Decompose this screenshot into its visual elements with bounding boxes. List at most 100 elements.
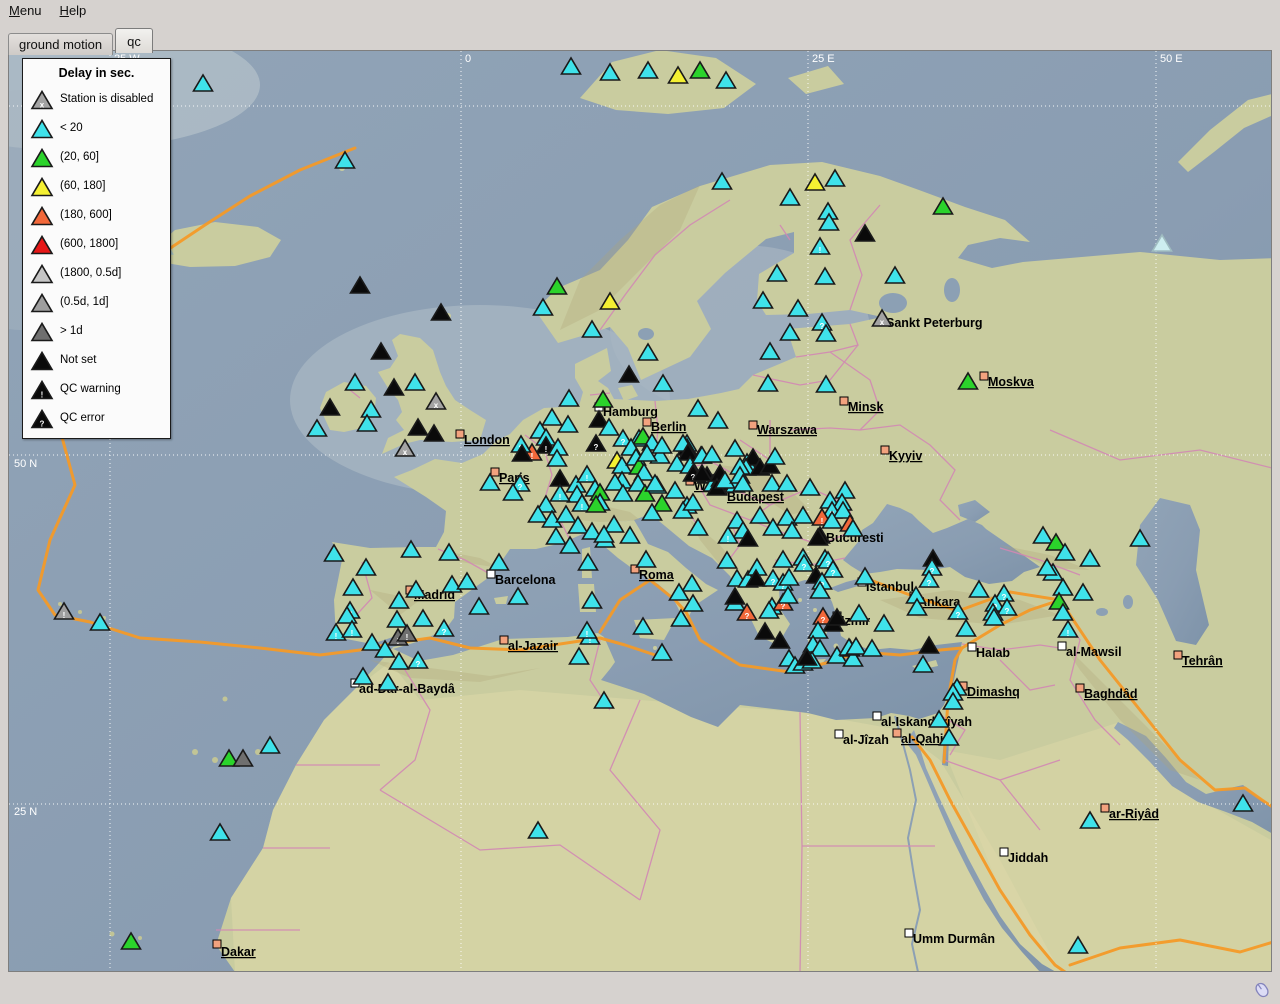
svg-text:?: ?: [831, 569, 836, 578]
svg-text:?: ?: [956, 611, 961, 620]
svg-text:?: ?: [518, 483, 523, 492]
menu-help[interactable]: Help: [51, 0, 96, 20]
city-square: [500, 636, 508, 644]
station-marker[interactable]: [32, 294, 52, 311]
city-square: [1076, 684, 1084, 692]
legend-item-label: QC error: [54, 412, 105, 424]
legend-triangle-icon: !: [30, 378, 54, 400]
city-square: [487, 570, 495, 578]
legend-item: Not set: [23, 345, 170, 374]
legend-item-label: (20, 60]: [54, 151, 99, 163]
station-marker[interactable]: [32, 323, 52, 340]
legend-item: > 1d: [23, 316, 170, 345]
station-marker[interactable]: [32, 149, 52, 166]
city-label: al-Jîzah: [843, 733, 889, 747]
legend-item: (20, 60]: [23, 142, 170, 171]
city-label: Warszawa: [757, 423, 818, 437]
svg-text:!: !: [1067, 629, 1070, 638]
svg-text:!: !: [335, 632, 338, 641]
legend-triangle-icon: [30, 320, 54, 342]
tab-ground-motion[interactable]: ground motion: [8, 33, 113, 55]
station-marker[interactable]: [32, 265, 52, 282]
menu-menu[interactable]: Menu: [0, 0, 51, 20]
svg-text:!: !: [351, 629, 354, 638]
legend-item: < 20: [23, 113, 170, 142]
city-square: [905, 929, 913, 937]
svg-text:?: ?: [416, 660, 421, 669]
legend-item-label: < 20: [54, 122, 83, 134]
city-label: Dakar: [221, 945, 256, 959]
city-square: [873, 712, 881, 720]
city-label: Barcelona: [495, 573, 556, 587]
map-frame: 25 W025 E50 E50 N25 N LondonParisHamburg…: [8, 50, 1272, 972]
legend-triangle-icon: [30, 233, 54, 255]
city-label: al-Jazair: [508, 639, 558, 653]
legend-item: !QC warning: [23, 374, 170, 403]
city-label: Halab: [976, 646, 1010, 660]
legend-item: (60, 180]: [23, 171, 170, 200]
svg-text:?: ?: [821, 616, 826, 625]
legend-item-label: (600, 1800]: [54, 238, 118, 250]
svg-text:x: x: [40, 100, 45, 109]
legend-item: ?QC error: [23, 403, 170, 432]
station-marker[interactable]: [32, 207, 52, 224]
station-marker[interactable]: [32, 120, 52, 137]
legend-item-label: Station is disabled: [54, 93, 153, 105]
tab-qc[interactable]: qc: [115, 28, 153, 53]
legend-triangle-icon: x: [30, 88, 54, 110]
legend-item: (180, 600]: [23, 200, 170, 229]
city-label: London: [464, 433, 510, 447]
menu-bar: MenuHelp: [0, 0, 1280, 22]
city-square: [213, 940, 221, 948]
city-square: [643, 418, 651, 426]
status-bar: [0, 972, 1280, 1004]
map-legend: Delay in sec. xStation is disabled< 20(2…: [22, 58, 171, 439]
svg-text:x: x: [434, 401, 439, 410]
city-label: Minsk: [848, 400, 883, 414]
svg-text:?: ?: [1005, 607, 1010, 616]
city-label: Moskva: [988, 375, 1035, 389]
svg-text:x: x: [403, 448, 408, 457]
city-square: [1058, 642, 1066, 650]
city-square: [456, 430, 464, 438]
legend-triangle-icon: [30, 291, 54, 313]
map-canvas[interactable]: 25 W025 E50 E50 N25 N LondonParisHamburg…: [9, 51, 1271, 971]
svg-text:!: !: [586, 630, 589, 639]
svg-text:!: !: [545, 445, 548, 454]
legend-triangle-icon: [30, 175, 54, 197]
city-square: [840, 397, 848, 405]
city-label: Umm Durmân: [913, 932, 995, 946]
svg-text:!: !: [406, 633, 409, 642]
graticule-label: 25 E: [812, 53, 835, 65]
city-label: Tehrân: [1182, 654, 1223, 668]
legend-item-label: (60, 180]: [54, 180, 105, 192]
station-marker[interactable]: [32, 236, 52, 253]
svg-text:?: ?: [771, 578, 776, 587]
city-square: [980, 372, 988, 380]
graticule-label: 50 N: [14, 458, 37, 470]
graticule-label: 0: [465, 53, 471, 65]
svg-text:!: !: [821, 517, 824, 526]
legend-item: (1800, 0.5d]: [23, 258, 170, 287]
legend-triangle-icon: [30, 204, 54, 226]
station-marker[interactable]: [32, 178, 52, 195]
city-square: [491, 468, 499, 476]
svg-text:!: !: [586, 474, 589, 483]
legend-item-label: Not set: [54, 354, 96, 366]
legend-triangle-icon: [30, 349, 54, 371]
svg-text:?: ?: [442, 628, 447, 637]
city-square: [835, 730, 843, 738]
legend-item-label: (180, 600]: [54, 209, 112, 221]
tab-bar: ground motionqc: [8, 28, 155, 51]
svg-text:?: ?: [745, 612, 750, 621]
svg-text:!: !: [581, 503, 584, 512]
legend-item-label: QC warning: [54, 383, 121, 395]
svg-text:?: ?: [621, 438, 626, 447]
city-label: al-Iskandarîyah: [881, 715, 972, 729]
station-marker[interactable]: [32, 352, 52, 369]
graticule-label: 50 E: [1160, 53, 1183, 65]
base-map: [9, 51, 1271, 971]
svg-text:?: ?: [927, 579, 932, 588]
city-label: Baghdâd: [1084, 687, 1137, 701]
city-square: [1101, 804, 1109, 812]
